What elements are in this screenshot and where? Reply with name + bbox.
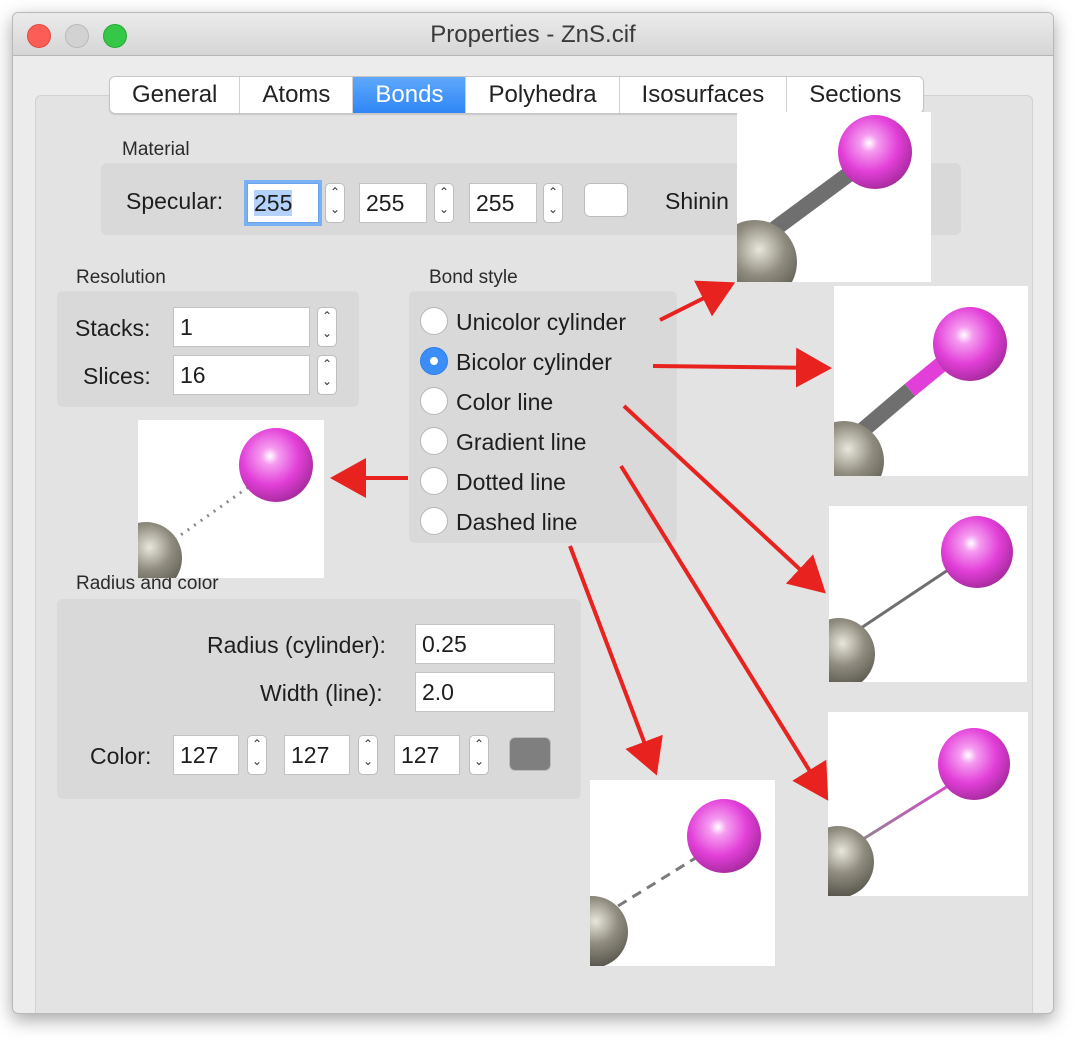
arrow-gradient-line [619,464,829,801]
annotation-arrows [330,280,832,801]
arrow-dashed-line [568,545,663,776]
arrow-color-line [622,404,826,594]
arrow-unicolor [659,280,736,322]
arrow-bicolor [652,347,832,388]
